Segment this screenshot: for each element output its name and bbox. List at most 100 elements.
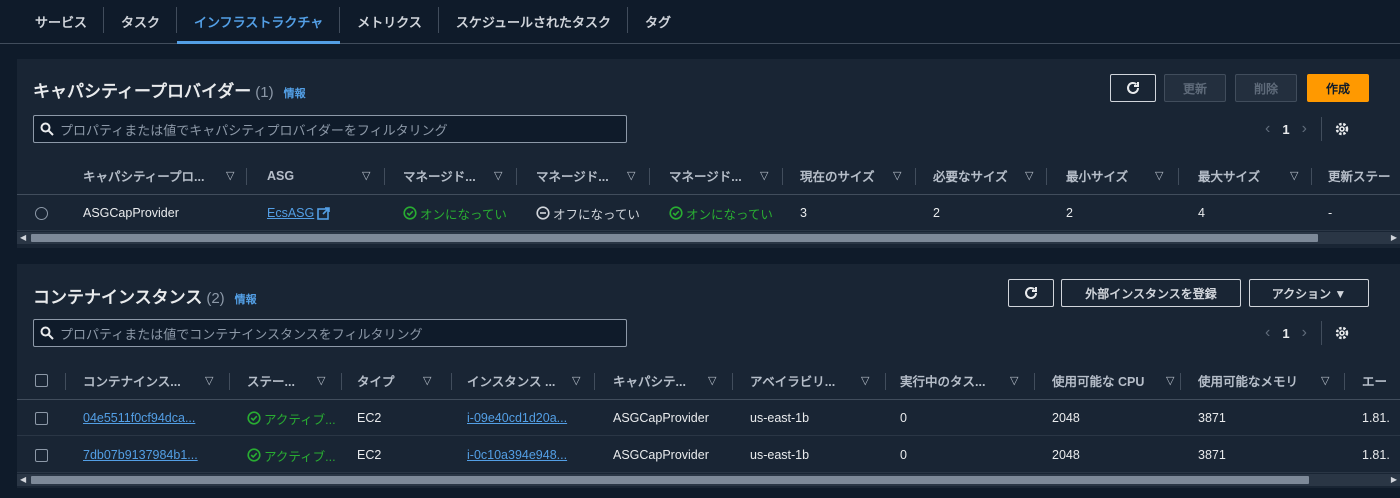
container-search-input[interactable]: プロパティまたは値でコンテナインスタンスをフィルタリング	[33, 319, 627, 347]
column-header[interactable]: キャパシテ... ▽	[613, 362, 753, 400]
actions-dropdown-button[interactable]: アクション ▼	[1249, 279, 1369, 307]
pagination: ‹ 1 ›	[1265, 321, 1350, 345]
horizontal-scrollbar[interactable]: ◀ ▶	[17, 232, 1400, 244]
next-page-icon[interactable]: ›	[1302, 324, 1307, 342]
search-icon	[40, 326, 56, 340]
panel-title-text: コンテナインスタンス	[33, 288, 203, 307]
table-row[interactable]: ASGCapProvider EcsASG オンになってい オフになってい オン…	[17, 195, 1400, 231]
available-cpu: 2048	[1052, 448, 1080, 462]
column-header[interactable]: ステー... ▽	[247, 362, 357, 400]
divider	[1320, 321, 1322, 345]
column-header[interactable]: アベイラビリ... ▽	[750, 362, 900, 400]
column-header[interactable]: タイプ ▽	[357, 362, 467, 400]
column-header[interactable]: 使用可能なメモリ ▽	[1198, 362, 1348, 400]
availability-zone: us-east-1b	[750, 411, 810, 425]
refresh-icon	[1127, 81, 1139, 94]
scroll-right-icon[interactable]: ▶	[1391, 474, 1397, 486]
capacity-providers-header: キャパシティープロバイダー (1) 情報 更新 削除 作成	[17, 59, 1400, 117]
column-header[interactable]: キャパシティープロ... ▽	[83, 157, 247, 195]
capacity-provider: ASGCapProvider	[613, 411, 709, 425]
tab-metrics[interactable]: メトリクス	[340, 0, 439, 43]
register-external-instance-button[interactable]: 外部インスタンスを登録	[1061, 279, 1241, 307]
scroll-left-icon[interactable]: ◀	[20, 474, 26, 486]
search-placeholder: プロパティまたは値でコンテナインスタンスをフィルタリング	[60, 326, 423, 342]
scroll-thumb[interactable]	[31, 234, 1318, 242]
column-header[interactable]: マネージド... ▽	[669, 157, 799, 195]
column-header[interactable]: インスタンス ... ▽	[467, 362, 612, 400]
desired-size: 2	[933, 206, 940, 220]
managed-status-on: オンになってい	[403, 195, 527, 231]
column-header[interactable]: マネージド... ▽	[536, 157, 656, 195]
scroll-left-icon[interactable]: ◀	[20, 232, 26, 244]
page-number[interactable]: 1	[1282, 122, 1289, 137]
availability-zone: us-east-1b	[750, 448, 810, 462]
select-all-checkbox[interactable]	[35, 362, 66, 400]
column-header[interactable]: ASG ▽	[267, 157, 387, 195]
capacity-search-input[interactable]: プロパティまたは値でキャパシティプロバイダーをフィルタリング	[33, 115, 627, 143]
column-header[interactable]: 必要なサイズ ▽	[933, 157, 1058, 195]
tab-infrastructure[interactable]: インフラストラクチャ	[177, 0, 341, 44]
column-header[interactable]: マネージド... ▽	[403, 157, 523, 195]
available-memory: 3871	[1198, 411, 1226, 425]
scroll-right-icon[interactable]: ▶	[1391, 232, 1397, 244]
column-header[interactable]: 更新ステー	[1328, 157, 1400, 195]
horizontal-scrollbar[interactable]: ◀ ▶	[17, 474, 1400, 486]
delete-button[interactable]: 削除	[1235, 74, 1297, 102]
scroll-thumb[interactable]	[31, 476, 1309, 484]
page-number[interactable]: 1	[1282, 326, 1289, 341]
status-active: アクティブ...	[247, 400, 357, 436]
column-header[interactable]: 最小サイズ ▽	[1066, 157, 1191, 195]
info-link[interactable]: 情報	[284, 85, 306, 101]
table-row[interactable]: 04e5511f0cf94dca... アクティブ... EC2 i-09e40…	[17, 400, 1400, 436]
divider	[1320, 117, 1322, 141]
check-circle-icon	[247, 448, 261, 462]
managed-status-off: オフになってい	[536, 195, 658, 231]
instance-type: EC2	[357, 448, 382, 462]
running-tasks: 0	[900, 448, 907, 462]
available-cpu: 2048	[1052, 411, 1080, 425]
column-header[interactable]: 使用可能な CPU ▽	[1052, 362, 1202, 400]
check-circle-icon	[247, 411, 261, 425]
tab-tasks[interactable]: タスク	[104, 0, 178, 43]
container-instances-panel: コンテナインスタンス (2) 情報 外部インスタンスを登録 アクション ▼ プロ…	[17, 264, 1400, 488]
next-page-icon[interactable]: ›	[1302, 120, 1307, 138]
settings-gear-icon[interactable]	[1334, 325, 1350, 341]
settings-gear-icon[interactable]	[1334, 121, 1350, 137]
tab-services[interactable]: サービス	[18, 0, 105, 43]
update-button[interactable]: 更新	[1164, 74, 1226, 102]
column-header[interactable]: 最大サイズ ▽	[1198, 157, 1323, 195]
status-active: アクティブ...	[247, 437, 357, 473]
tab-tags[interactable]: タグ	[628, 0, 688, 43]
pagination: ‹ 1 ›	[1265, 117, 1350, 141]
capacity-providers-title: キャパシティープロバイダー (1) 情報	[33, 77, 306, 102]
container-instance-id-link[interactable]: 04e5511f0cf94dca...	[83, 400, 233, 436]
column-header[interactable]: コンテナインス... ▽	[83, 362, 233, 400]
container-instances-header: コンテナインスタンス (2) 情報 外部インスタンスを登録 アクション ▼	[17, 264, 1400, 322]
ec2-instance-link[interactable]: i-09e40cd1d20a...	[467, 400, 612, 436]
managed-status-on: オンになってい	[669, 195, 793, 231]
refresh-button[interactable]	[1008, 279, 1054, 307]
row-checkbox[interactable]	[35, 437, 48, 473]
refresh-button[interactable]	[1110, 74, 1156, 102]
tab-scheduled-tasks[interactable]: スケジュールされたタスク	[439, 0, 629, 43]
container-instance-id-link[interactable]: 7db07b9137984b1...	[83, 437, 233, 473]
column-header[interactable]: 現在のサイズ ▽	[800, 157, 925, 195]
available-memory: 3871	[1198, 448, 1226, 462]
create-button[interactable]: 作成	[1307, 74, 1369, 102]
column-header[interactable]: エー	[1362, 362, 1400, 400]
ec2-instance-link[interactable]: i-0c10a394e948...	[467, 437, 612, 473]
prev-page-icon[interactable]: ‹	[1265, 120, 1270, 138]
column-header[interactable]: 実行中のタス... ▽	[900, 362, 1050, 400]
update-status: -	[1328, 206, 1333, 220]
refresh-icon	[1025, 286, 1037, 299]
info-link[interactable]: 情報	[235, 291, 257, 307]
external-link-icon	[317, 206, 331, 220]
asg-link[interactable]: EcsASG	[267, 195, 331, 231]
prev-page-icon[interactable]: ‹	[1265, 324, 1270, 342]
max-size: 4	[1198, 206, 1205, 220]
running-tasks: 0	[900, 411, 907, 425]
row-radio[interactable]	[35, 195, 48, 231]
capacity-table-header: キャパシティープロ... ▽ ASG ▽ マネージド... ▽ マネージド... ▽ マ…	[17, 157, 1400, 195]
row-checkbox[interactable]	[35, 400, 48, 436]
table-row[interactable]: 7db07b9137984b1... アクティブ... EC2 i-0c10a3…	[17, 437, 1400, 473]
